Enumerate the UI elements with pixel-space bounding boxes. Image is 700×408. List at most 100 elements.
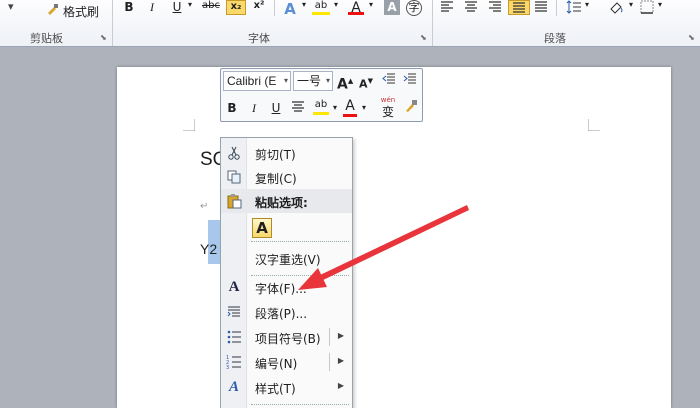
borders-icon[interactable] [640,0,654,15]
paragraph-mark: ↵ [200,201,209,212]
menu-item-font-label: 字体(F)... [255,282,307,296]
format-painter-icon [46,3,60,17]
mini-format-painter-icon[interactable] [403,99,419,117]
menu-item-numbering[interactable]: 123 编号(N) ▶ [221,350,352,374]
mini-bold-button[interactable]: B [225,99,239,117]
line-spacing-icon[interactable] [566,0,582,15]
menu-item-hanzi-reselect-label: 汉字重选(V) [255,253,321,267]
menu-item-styles-label: 样式(T) [255,382,296,396]
phonetic-guide-button[interactable]: wén 变 [377,95,399,121]
mini-font-color-button[interactable]: A [343,98,357,117]
submenu-arrow-icon[interactable]: ▶ [338,356,344,365]
justify-icon[interactable] [508,0,530,15]
crop-mark-top-left [183,119,195,131]
shading-dropdown-arrow[interactable]: ▾ [627,0,635,15]
text-effects-dropdown-arrow[interactable]: ▾ [300,0,308,15]
font-color-button[interactable]: A [348,0,364,16]
chevron-down-icon: ▾ [283,76,288,85]
font-name-combo[interactable]: Calibri (E ▾ [223,71,291,91]
subscript-button[interactable]: x₂ [226,0,246,15]
mini-highlight-button[interactable]: ab [313,98,329,115]
align-center-icon[interactable] [464,0,478,15]
paragraph-launcher-icon[interactable]: ⬊ [688,33,695,42]
menu-item-paragraph-label: 段落(P)... [255,307,308,321]
mini-underline-button[interactable]: U [269,99,283,117]
menu-separator [251,241,349,242]
menu-item-paragraph[interactable]: 段落(P)... [221,300,352,324]
group-divider [556,0,557,16]
bullets-icon [226,329,242,345]
menu-separator [251,404,349,405]
align-left-icon[interactable] [440,0,454,15]
numbering-icon: 123 [226,354,242,371]
shrink-font-button[interactable]: A▼ [358,72,374,91]
mini-highlight-dropdown-arrow[interactable]: ▾ [331,99,339,117]
menu-item-hanzi-reselect[interactable]: 汉字重选(V) [221,246,352,270]
paragraph-icon [226,304,242,320]
styles-icon: A [228,379,239,395]
font-group-label: 字体 [248,32,270,45]
mini-toolbar: Calibri (E ▾ 一号 ▾ A▲ A▼ B I U ab ▾ A ▾ w… [220,68,423,122]
font-size-value: 一号 [297,74,322,88]
svg-text:3: 3 [226,365,229,370]
context-menu: 剪切(T) 复制(C) 粘贴选项: 汉字重选(V) A 字体(F)... 段落(… [220,137,353,408]
submenu-divider [329,353,330,371]
shading-icon[interactable] [608,0,624,15]
mini-font-color-dropdown-arrow[interactable]: ▾ [360,99,368,117]
menu-item-bullets-label: 项目符号(B) [255,332,321,346]
menu-item-cut-label: 剪切(T) [255,148,296,162]
font-icon: A [228,279,240,295]
ribbon: 格式刷 ▾ 剪贴板 ⬊ B I U ▾ abc x₂ x² A ▾ ab ▾ A… [0,0,700,47]
submenu-arrow-icon[interactable]: ▶ [338,381,344,390]
crop-mark-top-right [588,119,600,131]
submenu-divider [329,328,330,346]
font-color-dropdown-arrow[interactable]: ▾ [367,0,375,15]
borders-dropdown-arrow[interactable]: ▾ [656,0,664,15]
paste-keep-text-only-button[interactable]: A [252,218,272,238]
align-right-icon[interactable] [488,0,502,15]
superscript-button[interactable]: x² [250,0,268,15]
copy-icon [226,169,242,185]
clipboard-launcher-icon[interactable]: ⬊ [100,33,107,42]
enclose-characters-button[interactable]: 字 [406,0,422,16]
underline-button[interactable]: U [170,0,184,15]
mini-italic-button[interactable]: I [247,99,261,117]
font-size-combo[interactable]: 一号 ▾ [293,71,333,91]
menu-item-font[interactable]: A 字体(F)... [221,275,352,299]
font-launcher-icon[interactable]: ⬊ [420,33,427,42]
paste-options-label: 粘贴选项: [255,196,308,210]
highlight-button[interactable]: ab [312,0,330,15]
clipboard-group-label: 剪贴板 [30,32,63,45]
format-painter-button[interactable]: 格式刷 [63,3,99,20]
mini-center-icon[interactable] [291,99,305,117]
clipboard-icon [226,193,242,209]
scissors-icon [226,145,242,161]
group-divider [274,0,275,16]
menu-header-paste-options: 粘贴选项: [221,189,352,213]
strikethrough-button[interactable]: abc [200,0,222,15]
grow-font-button[interactable]: A▲ [337,72,353,93]
document-text-line2[interactable]: Y2 [200,241,217,257]
character-shading-button[interactable]: A [384,0,400,15]
text-effects-button[interactable]: A [282,0,298,18]
paste-dropdown-arrow[interactable]: ▾ [8,0,14,13]
menu-item-numbering-label: 编号(N) [255,357,298,371]
paragraph-group-label: 段落 [544,32,566,45]
distributed-icon[interactable] [534,0,548,15]
increase-indent-icon[interactable] [402,72,418,90]
menu-item-styles[interactable]: A 样式(T) ▶ [221,375,352,399]
bold-button[interactable]: B [122,0,136,15]
group-divider [112,0,113,46]
submenu-arrow-icon[interactable]: ▶ [338,331,344,340]
menu-item-cut[interactable]: 剪切(T) [221,141,352,165]
chevron-down-icon: ▾ [325,76,330,85]
menu-item-copy-label: 复制(C) [255,172,297,186]
menu-item-bullets[interactable]: 项目符号(B) ▶ [221,325,352,349]
underline-dropdown-arrow[interactable]: ▾ [186,0,194,15]
decrease-indent-icon[interactable] [381,72,397,90]
line-spacing-dropdown-arrow[interactable]: ▾ [583,0,591,15]
menu-item-copy[interactable]: 复制(C) [221,165,352,189]
italic-button[interactable]: I [145,0,159,15]
font-name-value: Calibri (E [227,74,277,88]
highlight-dropdown-arrow[interactable]: ▾ [332,0,340,15]
